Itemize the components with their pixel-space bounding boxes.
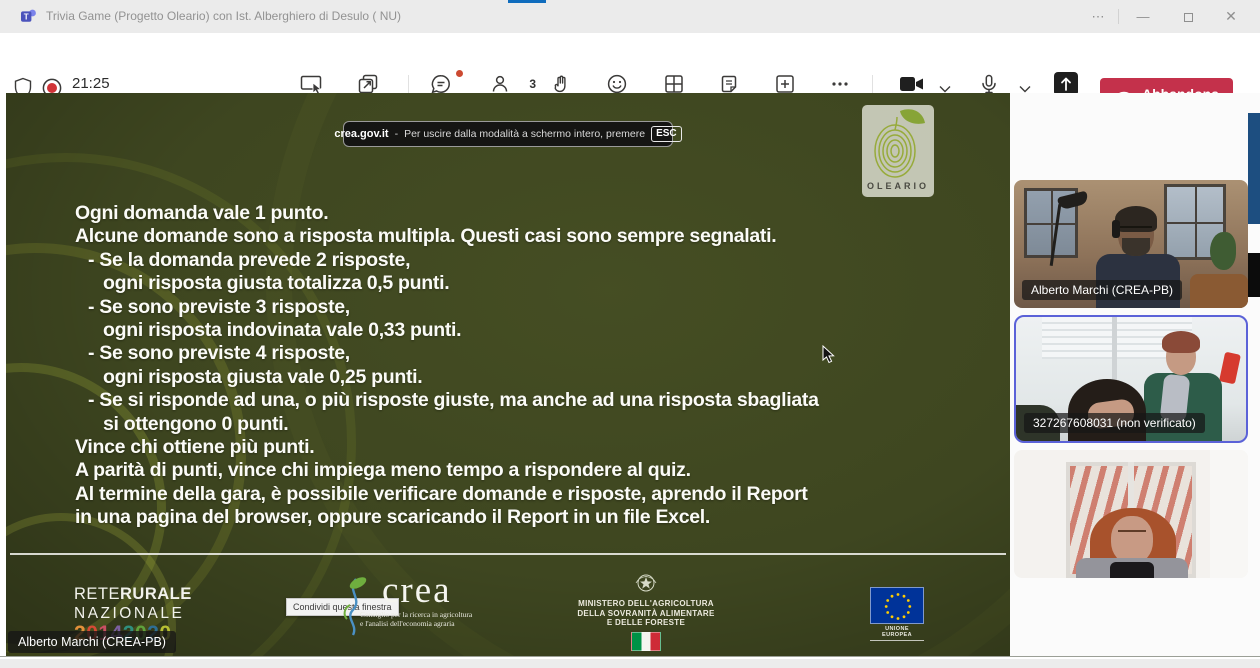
- crea-logo: crea Consiglio per la ricerca in agricol…: [328, 575, 488, 637]
- rurale-word: RURALE: [120, 585, 192, 603]
- oleario-word: OLEARIO: [862, 181, 934, 191]
- svg-text:T: T: [24, 12, 29, 21]
- ministero-emblem-icon: [633, 570, 659, 596]
- participant-glasses: [1120, 226, 1152, 233]
- participant-silhouette: [1118, 530, 1146, 534]
- slide-line: - Se sono previste 3 risposte,: [75, 296, 819, 319]
- mouse-cursor: [822, 345, 835, 364]
- participant-silhouette: [1122, 238, 1150, 256]
- window-minimize-button[interactable]: —: [1123, 0, 1163, 33]
- meeting-toolbar: 21:25 Controlla Contenuti: [0, 33, 1260, 93]
- slide-line: Alcune domande sono a risposta multipla.…: [75, 225, 819, 248]
- dash: -: [395, 128, 399, 140]
- video-scene-sofa: [1190, 274, 1248, 308]
- title-bar: T Trivia Game (Progetto Oleario) con Ist…: [0, 0, 1260, 33]
- participant-name-label: Alberto Marchi (CREA-PB): [1022, 280, 1182, 300]
- edge-overflow-tile: [1248, 113, 1260, 224]
- edge-overflow-tile: [1248, 253, 1260, 297]
- slide-line: ogni risposta indovinata vale 0,33 punti…: [75, 319, 819, 342]
- teams-logo-icon: T: [20, 8, 37, 25]
- top-accent-line: [508, 0, 546, 3]
- oleario-logo: OLEARIO: [862, 105, 934, 197]
- participant-video-tile[interactable]: Alberto Marchi (CREA-PB): [1014, 180, 1248, 308]
- presenter-name-label: Alberto Marchi (CREA-PB): [8, 631, 176, 653]
- nazionale-word: NAZIONALE: [74, 605, 192, 623]
- slide-line: A parità di punti, vince chi impiega men…: [75, 459, 819, 482]
- slide-line: - Se la domanda prevede 2 risposte,: [75, 249, 819, 272]
- window-controls-divider: [1118, 9, 1119, 24]
- eu-flag-logo: UNIONE EUROPEA: [870, 587, 924, 641]
- maximize-icon: [1184, 13, 1193, 22]
- participant-headphones: [1112, 220, 1120, 238]
- rete-word: RETE: [74, 585, 120, 603]
- slide-line: si ottengono 0 punti.: [75, 413, 819, 436]
- slide-line: ogni risposta giusta totalizza 0,5 punti…: [75, 272, 819, 295]
- slide-line: - Se sono previste 4 risposte,: [75, 342, 819, 365]
- participant-phone: [1219, 352, 1241, 385]
- window-title: Trivia Game (Progetto Oleario) con Ist. …: [46, 0, 401, 33]
- esc-key: ESC: [651, 126, 682, 142]
- slide-line: - Se si risponde ad una, o più risposte …: [75, 389, 819, 412]
- participant-silhouette: [1111, 516, 1153, 564]
- fullscreen-exit-bar: crea.gov.it - Per uscire dalla modalità …: [343, 121, 673, 147]
- slide-line: in una pagina del browser, oppure scaric…: [75, 506, 819, 529]
- window-close-button[interactable]: ✕: [1211, 0, 1251, 33]
- shared-screen: crea.gov.it - Per uscire dalla modalità …: [6, 93, 1010, 656]
- footer-separator-line: [10, 553, 1006, 555]
- ministero-text: MINISTERO DELL'AGRICOLTURA DELLA SOVRANI…: [560, 599, 732, 628]
- site-name: crea.gov.it: [334, 128, 388, 140]
- slide-line: ogni risposta giusta vale 0,25 punti.: [75, 366, 819, 389]
- window-maximize-button[interactable]: [1168, 0, 1208, 33]
- crea-word: crea: [382, 573, 452, 609]
- italian-flag-icon: [631, 632, 661, 651]
- participant-silhouette: [1162, 331, 1200, 353]
- participant-video-tile-active[interactable]: 327267608031 (non verificato): [1014, 315, 1248, 443]
- eu-flag-label: UNIONE EUROPEA: [870, 626, 924, 641]
- slide-rules-text: Ogni domanda vale 1 punto. Alcune domand…: [75, 202, 819, 530]
- fullscreen-exit-message: Per uscire dalla modalità a schermo inte…: [404, 128, 645, 140]
- participant-video-tile[interactable]: [1014, 450, 1248, 578]
- teams-meeting-window: T Trivia Game (Progetto Oleario) con Ist…: [0, 0, 1260, 668]
- participant-name-label: 327267608031 (non verificato): [1024, 413, 1205, 433]
- slide-line: Ogni domanda vale 1 punto.: [75, 202, 819, 225]
- eu-flag-icon: [870, 587, 924, 624]
- webcam-icon: [897, 73, 927, 95]
- oleario-fingerprint-olive-icon: [862, 105, 934, 183]
- window-more-button[interactable]: ⋯: [1078, 0, 1118, 33]
- slide-line: Vince chi ottiene più punti.: [75, 436, 819, 459]
- webcam-chevron-icon[interactable]: [938, 85, 952, 93]
- video-scene-plant: [1210, 232, 1236, 270]
- participants-sidebar: Alberto Marchi (CREA-PB) 327267608031 (n…: [1010, 93, 1260, 656]
- window-bottom-edge: [0, 656, 1260, 668]
- participant-silhouette: [1110, 562, 1154, 578]
- ministero-logo: MINISTERO DELL'AGRICOLTURA DELLA SOVRANI…: [560, 570, 732, 656]
- slide-line: Al termine della gara, è possibile verif…: [75, 483, 819, 506]
- crea-tagline: Consiglio per la ricerca in agricoltura …: [360, 611, 472, 628]
- video-scene-wall: [1210, 450, 1248, 578]
- meeting-timer: 21:25: [72, 75, 110, 92]
